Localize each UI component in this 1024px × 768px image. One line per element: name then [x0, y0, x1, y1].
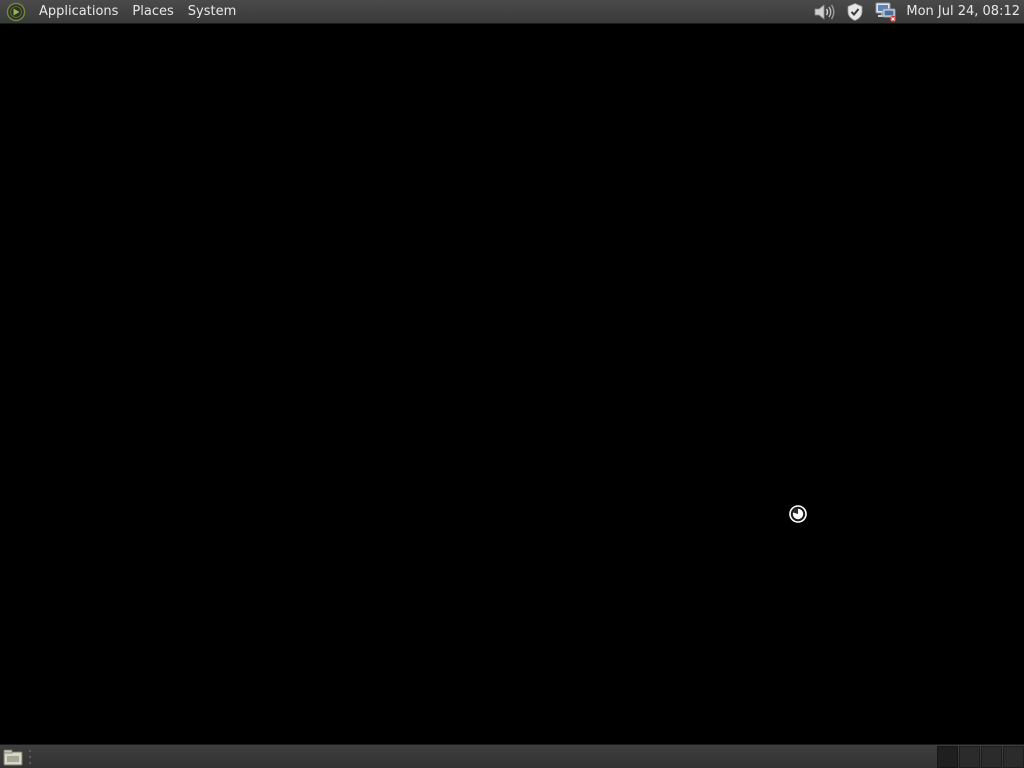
- menu-bar: Applications Places System: [0, 0, 243, 24]
- show-desktop-icon[interactable]: [2, 747, 24, 767]
- workspace-3[interactable]: [981, 745, 1002, 768]
- shield-icon[interactable]: [843, 1, 867, 23]
- panel-drag-handle[interactable]: [28, 748, 32, 766]
- speaker-icon[interactable]: [812, 1, 836, 23]
- workspace-switcher: [936, 745, 1024, 768]
- system-tray: Mon Jul 24, 08:12: [805, 0, 1024, 24]
- busy-cursor-icon: [789, 505, 807, 523]
- menu-system[interactable]: System: [181, 0, 243, 24]
- network-disconnected-icon[interactable]: [874, 1, 898, 23]
- distro-logo-icon[interactable]: [6, 2, 26, 22]
- workspace-2[interactable]: [959, 745, 980, 768]
- panel-clock[interactable]: Mon Jul 24, 08:12: [906, 0, 1020, 24]
- workspace-4[interactable]: [1003, 745, 1024, 768]
- desktop[interactable]: [0, 24, 1024, 744]
- menu-applications[interactable]: Applications: [32, 0, 125, 24]
- bottom-panel: [0, 744, 1024, 768]
- top-panel: Applications Places System Mon Jul 24, 0…: [0, 0, 1024, 24]
- workspace-1[interactable]: [937, 745, 958, 768]
- menu-places[interactable]: Places: [125, 0, 180, 24]
